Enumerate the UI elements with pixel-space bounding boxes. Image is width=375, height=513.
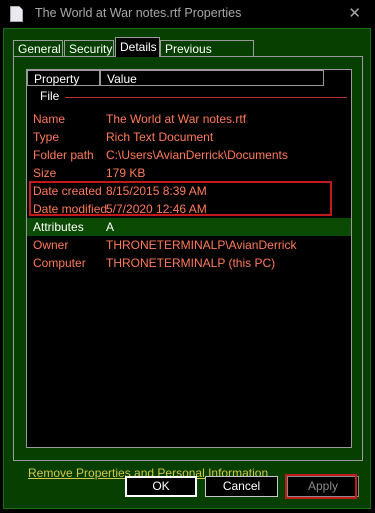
list-item[interactable]: Date created 8/15/2015 8:39 AM xyxy=(27,182,351,200)
property-value: A xyxy=(106,220,115,234)
tab-details[interactable]: Details xyxy=(115,37,160,57)
list-item-selected[interactable]: Attributes A xyxy=(27,218,351,236)
tab-general[interactable]: General xyxy=(13,40,63,56)
list-item[interactable]: Size 179 KB xyxy=(27,164,351,182)
list-item[interactable]: Folder path C:\Users\AvianDerrick\Docume… xyxy=(27,146,351,164)
dialog-body: General Security Details Previous Versio… xyxy=(3,28,371,509)
tab-security[interactable]: Security xyxy=(64,40,114,56)
group-header-file: File xyxy=(27,87,353,107)
tab-previous-versions[interactable]: Previous Versions xyxy=(160,40,254,72)
apply-highlight-box xyxy=(285,474,357,499)
column-header-value[interactable]: Value xyxy=(100,70,324,86)
list-item[interactable]: Type Rich Text Document xyxy=(27,128,351,146)
close-icon[interactable]: ✕ xyxy=(348,4,361,22)
property-value: THRONETERMINALP\AvianDerrick xyxy=(106,238,297,252)
property-name: Name xyxy=(33,112,66,126)
cancel-button[interactable]: Cancel xyxy=(205,476,278,497)
properties-list[interactable]: Property Value File Name The World at Wa… xyxy=(26,69,352,448)
property-value: 179 KB xyxy=(106,166,146,180)
group-label: File xyxy=(40,89,60,103)
list-item[interactable]: Computer THRONETERMINALP (this PC) xyxy=(27,254,351,272)
list-item[interactable]: Owner THRONETERMINALP\AvianDerrick xyxy=(27,236,351,254)
title-bar: The World at War notes.rtf Properties ✕ xyxy=(0,0,375,28)
property-name: Computer xyxy=(33,256,86,270)
group-divider xyxy=(65,97,347,98)
ok-button[interactable]: OK xyxy=(125,476,197,497)
property-name: Owner xyxy=(33,238,69,252)
property-name: Folder path xyxy=(33,148,94,162)
document-icon xyxy=(10,6,23,22)
property-name: Attributes xyxy=(33,220,84,234)
property-value: Rich Text Document xyxy=(106,130,214,144)
details-panel: Property Value File Name The World at Wa… xyxy=(13,56,363,480)
window-title: The World at War notes.rtf Properties xyxy=(35,6,242,20)
property-value: 8/15/2015 8:39 AM xyxy=(106,184,207,198)
property-value: THRONETERMINALP (this PC) xyxy=(106,256,276,270)
property-value: The World at War notes.rtf xyxy=(106,112,247,126)
column-header-property[interactable]: Property xyxy=(27,70,100,86)
property-name: Size xyxy=(33,166,57,180)
list-item[interactable]: Date modified 5/7/2020 12:46 AM xyxy=(27,200,351,218)
list-item[interactable]: Name The World at War notes.rtf xyxy=(27,110,351,128)
property-name: Date created xyxy=(33,184,102,198)
property-name: Date modified xyxy=(33,202,108,216)
property-value: 5/7/2020 12:46 AM xyxy=(106,202,207,216)
property-value: C:\Users\AvianDerrick\Documents xyxy=(106,148,288,162)
property-name: Type xyxy=(33,130,60,144)
